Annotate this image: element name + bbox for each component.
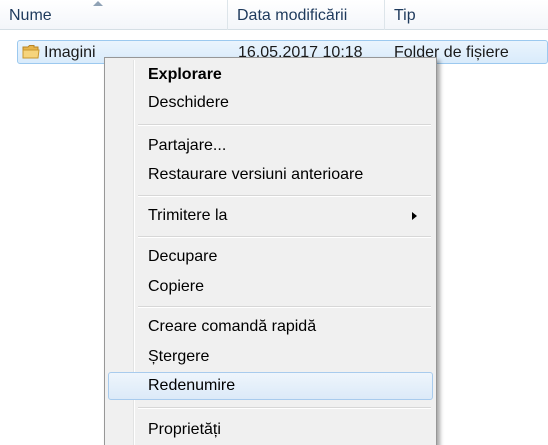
column-header-type-label: Tip bbox=[394, 7, 416, 24]
menu-item-restore[interactable]: Restaurare versiuni anterioare bbox=[108, 161, 433, 189]
column-header-date-label: Data modificării bbox=[237, 7, 348, 24]
menu-item-send-to[interactable]: Trimitere la bbox=[108, 202, 433, 230]
menu-separator bbox=[138, 124, 431, 126]
menu-item-rename-label: Redenumire bbox=[148, 377, 236, 394]
menu-item-delete[interactable]: Ștergere bbox=[108, 343, 433, 371]
menu-item-properties[interactable]: Proprietăți bbox=[108, 416, 433, 444]
menu-item-explore[interactable]: Explorare bbox=[108, 61, 433, 89]
column-header-name[interactable]: Nume bbox=[0, 0, 228, 30]
menu-separator bbox=[138, 306, 431, 308]
menu-item-share[interactable]: Partajare... bbox=[108, 132, 433, 160]
column-header-type[interactable]: Tip bbox=[385, 0, 548, 30]
context-menu: Explorare Deschidere Partajare... Restau… bbox=[104, 57, 437, 445]
menu-item-cut-label: Decupare bbox=[148, 248, 218, 265]
menu-separator bbox=[138, 195, 431, 197]
folder-icon bbox=[22, 44, 40, 60]
menu-separator bbox=[138, 407, 431, 409]
file-name: Imagini bbox=[44, 44, 96, 61]
explorer-window: Nume Data modificării Tip Imagini 16.05.… bbox=[0, 0, 548, 445]
column-header-bar: Nume Data modificării Tip bbox=[0, 0, 548, 30]
menu-item-cut[interactable]: Decupare bbox=[108, 243, 433, 271]
menu-item-open[interactable]: Deschidere bbox=[108, 89, 433, 117]
column-header-name-label: Nume bbox=[9, 7, 52, 24]
menu-item-copy-label: Copiere bbox=[148, 278, 205, 295]
sort-ascending-icon bbox=[93, 1, 103, 6]
menu-separator bbox=[138, 236, 431, 238]
menu-item-restore-label: Restaurare versiuni anterioare bbox=[148, 166, 364, 183]
menu-item-send-to-label: Trimitere la bbox=[148, 207, 228, 224]
menu-item-create-shortcut[interactable]: Creare comandă rapidă bbox=[108, 313, 433, 341]
column-header-date[interactable]: Data modificării bbox=[228, 0, 385, 30]
menu-item-rename[interactable]: Redenumire bbox=[108, 372, 433, 400]
menu-item-explore-label: Explorare bbox=[148, 66, 222, 83]
menu-item-create-shortcut-label: Creare comandă rapidă bbox=[148, 318, 317, 335]
submenu-arrow-icon bbox=[412, 212, 417, 220]
menu-item-delete-label: Ștergere bbox=[148, 348, 210, 365]
menu-item-share-label: Partajare... bbox=[148, 137, 227, 154]
menu-item-properties-label: Proprietăți bbox=[148, 421, 221, 438]
menu-item-open-label: Deschidere bbox=[148, 94, 229, 111]
menu-item-copy[interactable]: Copiere bbox=[108, 273, 433, 301]
